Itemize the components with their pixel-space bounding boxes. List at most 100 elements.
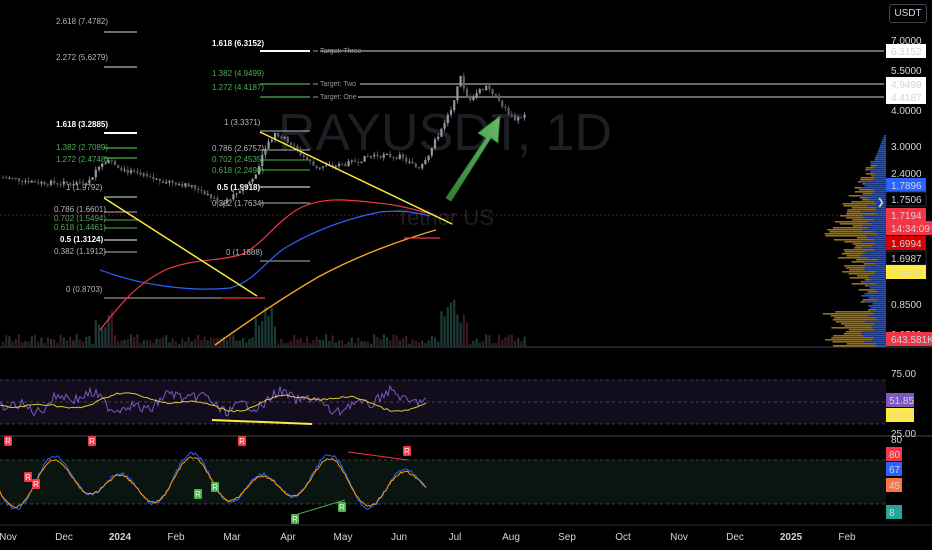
volume-profile-bar <box>877 233 886 235</box>
fib-level-label: 1.382 (4.9499) <box>212 69 264 78</box>
volume-profile-bar <box>877 299 886 301</box>
volume-profile-bar <box>868 315 886 317</box>
volume-bar <box>254 317 257 346</box>
volume-bar <box>424 343 427 346</box>
candle-body <box>241 187 245 192</box>
volume-bar <box>17 334 21 346</box>
price-label-text: 1.7194 <box>891 211 922 222</box>
candle-body <box>302 155 305 158</box>
volume-profile-bar <box>843 205 868 207</box>
volume-profile-bar <box>862 331 886 333</box>
target-two-label: Target: Two <box>320 81 356 88</box>
price-label-text: 1.7896 <box>891 181 922 192</box>
candle-body <box>174 182 177 185</box>
candle-body <box>315 165 318 168</box>
volume-profile-bar <box>845 331 863 333</box>
volume-profile-bar <box>846 255 861 257</box>
volume-bar <box>277 343 280 346</box>
price-chart[interactable]: RAYUSDT, 1D Tether US Target: Three Targ… <box>0 0 932 550</box>
volume-profile-bar <box>846 213 877 215</box>
price-label-text: 643.581K <box>891 335 932 346</box>
candle-body <box>449 110 453 115</box>
volume-bar <box>232 335 235 346</box>
volume-profile-bar <box>866 235 886 237</box>
candle-body <box>469 96 472 101</box>
volume-bar <box>382 334 385 346</box>
volume-bar <box>104 327 107 346</box>
candle-body <box>440 128 443 137</box>
volume-bar <box>286 342 289 346</box>
volume-bar <box>187 336 190 346</box>
time-axis[interactable]: Nov Dec 2024 Feb Mar Apr May Jun Jul Aug Sep Oct Nov… <box>0 532 856 543</box>
candle-body <box>254 174 257 179</box>
volume-bar <box>446 306 449 346</box>
fib-extension-2[interactable]: 1.618 (6.3152) 1.382 (4.9499) 1.272 (4.4… <box>212 39 310 262</box>
volume-bar <box>369 343 373 346</box>
volume-bar <box>5 335 8 346</box>
volume-profile-bar <box>877 259 886 261</box>
volume-bar <box>485 334 488 346</box>
candle-body <box>209 194 213 198</box>
price-label-text: 1.4408 <box>891 268 922 279</box>
volume-profile[interactable] <box>822 135 886 347</box>
volume-profile-bar <box>875 209 886 211</box>
candle-body <box>481 89 485 91</box>
volume-profile-bar <box>864 341 886 343</box>
candle-body <box>190 185 193 187</box>
volume-profile-bar <box>868 297 886 299</box>
volume-profile-bar <box>875 289 886 291</box>
time-tick: Aug <box>502 532 520 543</box>
volume-profile-bar <box>836 321 866 323</box>
volume-profile-bar <box>835 221 868 223</box>
stoch-signal-marker: R <box>238 436 246 446</box>
candle-body <box>408 161 411 163</box>
candle-body <box>161 180 165 183</box>
volume-bar <box>229 334 232 346</box>
stoch-axis[interactable]: 80 80 67 45 8 <box>886 435 903 519</box>
trendline[interactable] <box>103 197 258 297</box>
volume-bar <box>497 334 501 346</box>
volume-bar <box>8 336 11 346</box>
price-axis[interactable]: 7.00005.50004.00003.00002.40000.85000.67… <box>885 36 932 346</box>
volume-profile-bar <box>873 189 886 191</box>
candle-body <box>485 85 488 91</box>
volume-bar <box>113 335 117 346</box>
volume-profile-bar <box>845 267 865 269</box>
candle-body <box>379 156 382 158</box>
currency-button[interactable]: USDT <box>889 4 927 23</box>
time-tick: 2024 <box>109 532 132 543</box>
volume-profile-bar <box>856 259 878 261</box>
candle-body <box>453 100 456 111</box>
volume-profile-bar <box>863 217 886 219</box>
candle-body <box>24 180 27 182</box>
volume-profile-bar <box>871 245 886 247</box>
volume-profile-bar <box>878 149 886 151</box>
candle-body <box>1 177 5 179</box>
rsi-axis[interactable]: 75.0025.0051.8546.07 <box>886 369 916 440</box>
candle-body <box>72 184 75 186</box>
stoch-signal-marker: R <box>338 502 346 512</box>
candle-body <box>37 182 40 184</box>
volume-bar <box>344 343 347 346</box>
candle-body <box>376 154 379 157</box>
candle-body <box>437 136 440 140</box>
volume-profile-bar <box>865 167 874 169</box>
volume-bar <box>85 337 88 346</box>
marker-label: R <box>339 503 345 512</box>
candle-body <box>203 190 206 195</box>
candle-body <box>78 182 81 184</box>
volume-profile-bar <box>877 165 886 167</box>
volume-bar <box>523 336 526 346</box>
volume-profile-bar <box>864 301 886 303</box>
candle-body <box>91 177 94 180</box>
stoch-signal-marker: R <box>88 436 96 446</box>
candle-body <box>59 184 62 186</box>
volume-bar <box>507 334 510 346</box>
volume-profile-bar <box>861 241 886 243</box>
stoch-divergence-line[interactable] <box>347 451 409 461</box>
volume-bar <box>481 341 485 346</box>
volume-profile-bar <box>847 209 876 211</box>
candle-body <box>123 169 126 171</box>
candle-body <box>283 136 286 139</box>
volume-bar <box>328 340 331 346</box>
